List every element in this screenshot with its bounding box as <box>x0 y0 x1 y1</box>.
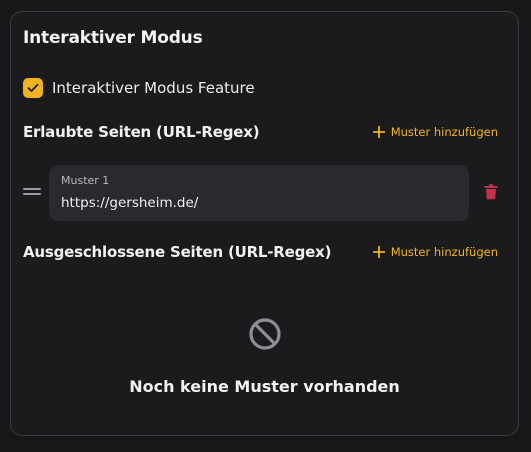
add-allowed-pattern-button[interactable]: Muster hinzufügen <box>372 125 498 139</box>
empty-state-text: Noch keine Muster vorhanden <box>129 377 400 396</box>
check-icon <box>27 83 39 92</box>
pattern-input[interactable] <box>61 195 457 211</box>
feature-label: Interaktiver Modus Feature <box>52 79 255 97</box>
excluded-pages-title: Ausgeschlossene Seiten (URL-Regex) <box>23 243 332 261</box>
allowed-pages-title: Erlaubte Seiten (URL-Regex) <box>23 123 260 141</box>
feature-checkbox[interactable] <box>23 78 43 98</box>
interactive-mode-card: Interaktiver Modus Interaktiver Modus Fe… <box>10 11 519 436</box>
drag-handle-icon[interactable] <box>23 188 41 196</box>
empty-state: Noch keine Muster vorhanden <box>11 317 518 396</box>
plus-icon <box>372 126 385 138</box>
pattern-row: Muster 1 <box>23 165 506 221</box>
allowed-pages-header: Erlaubte Seiten (URL-Regex) Muster hinzu… <box>23 123 498 141</box>
trash-icon <box>484 184 498 200</box>
feature-toggle[interactable]: Interaktiver Modus Feature <box>23 78 255 98</box>
add-excluded-pattern-button[interactable]: Muster hinzufügen <box>372 245 498 259</box>
delete-pattern-button[interactable] <box>484 184 500 202</box>
plus-icon <box>372 246 385 258</box>
add-excluded-pattern-label: Muster hinzufügen <box>390 245 498 259</box>
pattern-field-label: Muster 1 <box>61 174 110 187</box>
add-allowed-pattern-label: Muster hinzufügen <box>390 125 498 139</box>
pattern-field[interactable]: Muster 1 <box>49 165 469 221</box>
section-title: Interaktiver Modus <box>23 28 203 48</box>
block-icon <box>248 318 281 350</box>
excluded-pages-header: Ausgeschlossene Seiten (URL-Regex) Muste… <box>23 243 498 261</box>
